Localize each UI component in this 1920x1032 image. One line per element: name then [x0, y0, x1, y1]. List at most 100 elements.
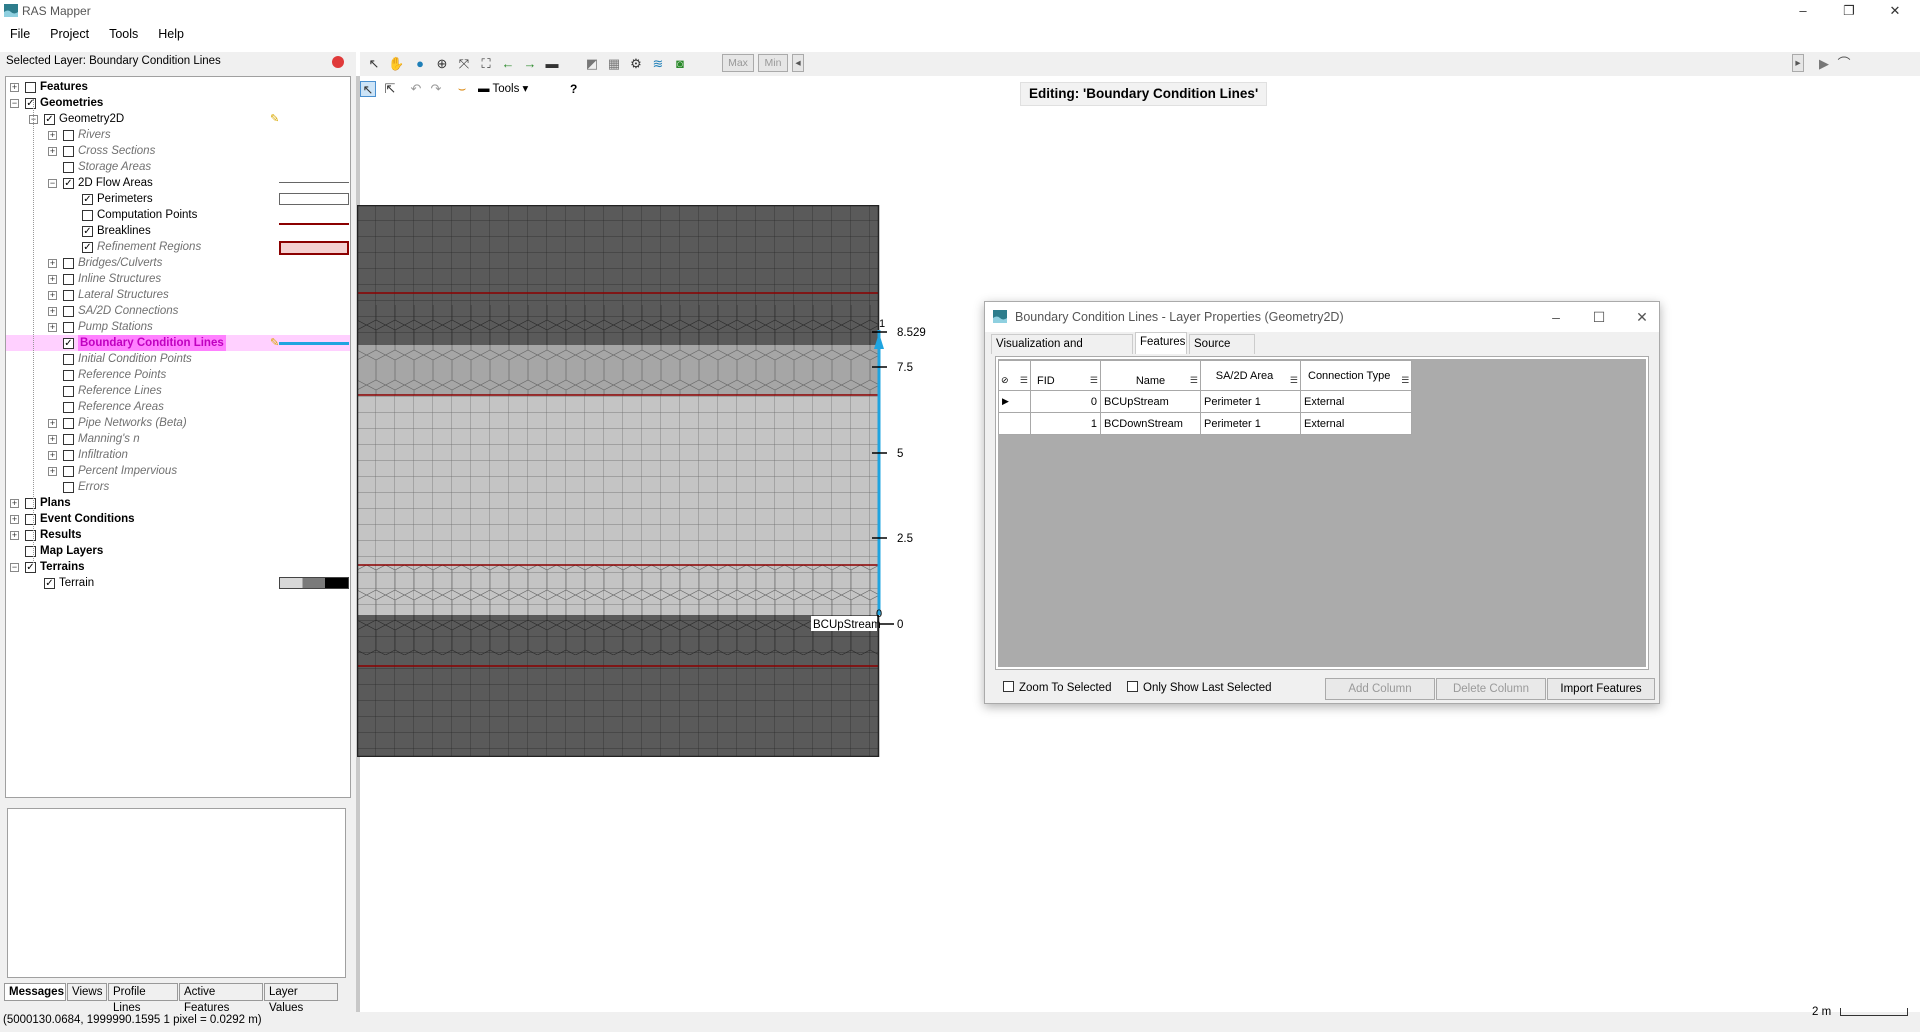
tree-node[interactable]: + Pipe Networks (Beta) — [6, 415, 350, 431]
expander-icon[interactable]: + — [48, 291, 57, 300]
cell-fid[interactable]: 1 — [1030, 412, 1101, 435]
layer-checkbox[interactable] — [63, 402, 74, 413]
delete-column-button[interactable]: Delete Column — [1436, 678, 1546, 700]
column-header-area[interactable]: SA/2D Area ☰ — [1200, 360, 1301, 391]
tree-node[interactable]: − ✓ Terrains — [6, 559, 350, 575]
column-header-connection-type[interactable]: Connection Type ☰ — [1299, 360, 1413, 391]
messages-box[interactable] — [7, 808, 346, 978]
column-header-name[interactable]: Name ☰ — [1100, 360, 1201, 391]
tree-node[interactable]: + SA/2D Connections — [6, 303, 350, 319]
zoom-in-icon[interactable]: ⊕ — [434, 56, 450, 72]
expander-icon[interactable]: + — [10, 515, 19, 524]
expander-icon[interactable]: + — [48, 275, 57, 284]
draw-line-icon[interactable]: ⌣ — [454, 81, 470, 97]
cell-connection-type[interactable]: External — [1299, 390, 1413, 413]
time-slider-right[interactable]: ▸ — [1792, 54, 1804, 72]
time-slider-left[interactable]: ◂ — [792, 54, 804, 72]
cell-area[interactable]: Perimeter 1 — [1200, 412, 1301, 435]
min-button[interactable]: Min — [758, 54, 788, 72]
zoom-extent-icon[interactable]: ⛶ — [478, 56, 494, 72]
tools-dropdown[interactable]: ▬ Tools ▾ — [478, 81, 528, 97]
table-row[interactable]: ▶ 0 BCUpStream Perimeter 1 External — [998, 390, 1413, 413]
row-selector[interactable] — [998, 412, 1031, 435]
expander-icon[interactable]: + — [48, 467, 57, 476]
dialog-close-button[interactable]: ✕ — [1627, 308, 1657, 326]
layer-checkbox[interactable] — [63, 354, 74, 365]
menu-file[interactable]: File — [0, 24, 40, 44]
dialog-minimize-button[interactable]: – — [1541, 308, 1571, 326]
redo-icon[interactable]: ↷ — [428, 81, 444, 97]
map-canvas[interactable]: 1 8.529 7.5 5 2.5 0 BCUpStream 0 — [357, 205, 967, 757]
layer-checkbox[interactable]: ✓ — [25, 562, 36, 573]
pencil-icon[interactable]: ✎ — [270, 111, 279, 127]
layer-checkbox[interactable] — [63, 450, 74, 461]
tree-node[interactable]: ✓ Breaklines — [6, 223, 350, 239]
tree-node[interactable]: ✓ Boundary Condition Lines ✎ — [6, 335, 350, 351]
help-button[interactable]: ? — [570, 81, 577, 97]
tools-gear-icon[interactable]: ⚙ — [628, 56, 644, 72]
expander-icon[interactable]: + — [48, 147, 57, 156]
menu-project[interactable]: Project — [40, 24, 99, 44]
expander-icon[interactable]: + — [10, 83, 19, 92]
tree-node[interactable]: − ✓ Geometry2D ✎ — [6, 111, 350, 127]
tree-node[interactable]: Errors — [6, 479, 350, 495]
expander-icon[interactable]: + — [48, 435, 57, 444]
tree-node[interactable]: Computation Points — [6, 207, 350, 223]
measure-icon[interactable]: ▬ — [544, 56, 560, 72]
undo-icon[interactable]: ↶ — [408, 81, 424, 97]
expander-icon[interactable]: − — [10, 99, 19, 108]
expander-icon[interactable]: + — [48, 323, 57, 332]
tree-node[interactable]: + Inline Structures — [6, 271, 350, 287]
cell-fid[interactable]: 0 — [1030, 390, 1101, 413]
expander-icon[interactable]: + — [48, 307, 57, 316]
tree-node[interactable]: + Rivers — [6, 127, 350, 143]
menu-tools[interactable]: Tools — [99, 24, 148, 44]
layer-checkbox[interactable]: ✓ — [82, 194, 93, 205]
pointer-icon[interactable]: ↖ — [366, 56, 382, 72]
cell-area[interactable]: Perimeter 1 — [1200, 390, 1301, 413]
layer-checkbox[interactable]: ✓ — [82, 242, 93, 253]
menu-help[interactable]: Help — [148, 24, 194, 44]
layer-checkbox[interactable]: ✓ — [44, 114, 55, 125]
profile-icon[interactable]: ◩ — [584, 56, 600, 72]
layer-checkbox[interactable]: ✓ — [63, 178, 74, 189]
layer-checkbox[interactable] — [82, 210, 93, 221]
maximize-button[interactable]: ❐ — [1826, 0, 1872, 22]
pencil-icon[interactable]: ✎ — [270, 335, 279, 351]
filter-icon[interactable]: ☰ — [1090, 374, 1098, 386]
close-button[interactable]: ✕ — [1872, 0, 1918, 22]
layer-checkbox[interactable] — [63, 386, 74, 397]
layer-checkbox[interactable] — [63, 258, 74, 269]
tree-node[interactable]: + Cross Sections — [6, 143, 350, 159]
tree-node[interactable]: + Pump Stations — [6, 319, 350, 335]
tree-node[interactable]: Initial Condition Points — [6, 351, 350, 367]
layer-checkbox[interactable] — [63, 370, 74, 381]
back-arrow-icon[interactable]: ← — [500, 56, 516, 72]
tab-layer-values[interactable]: Layer Values — [264, 983, 338, 1014]
tree-node[interactable]: + Plans — [6, 495, 350, 511]
tree-node[interactable]: ✓ Terrain — [6, 575, 350, 591]
filter-icon[interactable]: ☰ — [1290, 374, 1298, 386]
layer-tree[interactable]: + Features − ✓ Geometries − ✓ Geometry2D ✎ + River… — [5, 76, 351, 798]
stop-editing-icon[interactable] — [332, 56, 344, 68]
animate-icon[interactable]: ⌒ — [1836, 56, 1852, 72]
expander-icon[interactable]: + — [10, 531, 19, 540]
tab-visualization[interactable]: Visualization and Information — [991, 334, 1133, 368]
tree-node[interactable]: Map Layers — [6, 543, 350, 559]
layer-checkbox[interactable] — [63, 290, 74, 301]
forward-arrow-icon[interactable]: → — [522, 56, 538, 72]
layer-checkbox[interactable] — [63, 306, 74, 317]
tree-node[interactable]: Reference Lines — [6, 383, 350, 399]
edit-select-icon[interactable]: ↖ — [360, 81, 376, 97]
dialog-title-bar[interactable]: Boundary Condition Lines - Layer Propert… — [985, 302, 1659, 332]
tree-node[interactable]: + Infiltration — [6, 447, 350, 463]
layer-checkbox[interactable] — [63, 418, 74, 429]
filter-icon[interactable]: ☰ — [1020, 374, 1028, 386]
tree-node[interactable]: ✓ Perimeters — [6, 191, 350, 207]
pan-hand-icon[interactable]: ✋ — [388, 56, 404, 72]
layer-checkbox[interactable]: ✓ — [63, 338, 74, 349]
layer-checkbox[interactable] — [63, 434, 74, 445]
tree-node[interactable]: + Results — [6, 527, 350, 543]
layer-checkbox[interactable]: ✓ — [44, 578, 55, 589]
layer-checkbox[interactable] — [63, 482, 74, 493]
